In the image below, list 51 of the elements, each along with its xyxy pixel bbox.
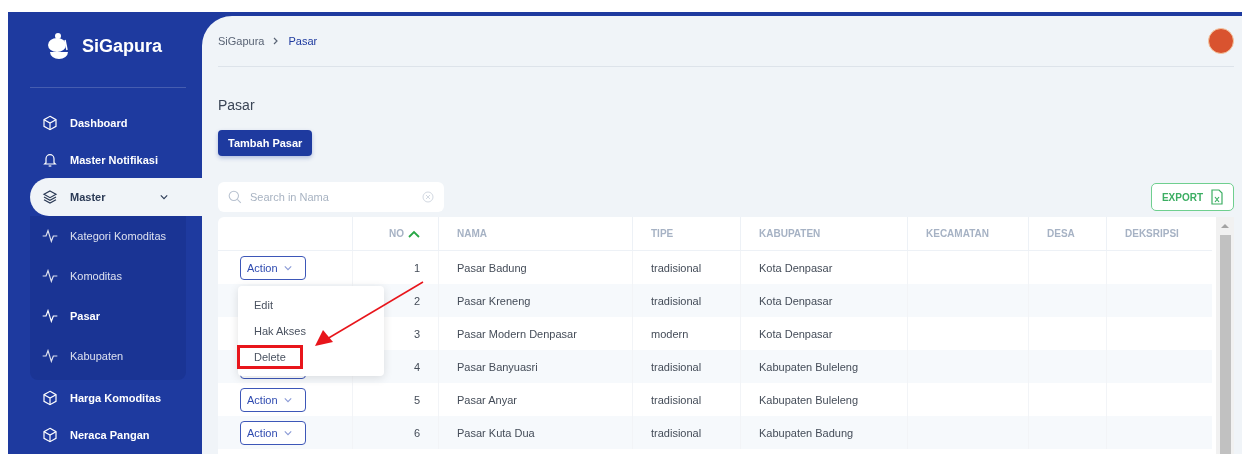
action-button[interactable]: Action [240, 420, 306, 445]
search-bar[interactable]: Search in Nama [218, 182, 444, 212]
scroll-up-icon[interactable] [1221, 223, 1229, 229]
add-button[interactable]: Tambah Pasar [218, 130, 313, 156]
scrollbar[interactable] [1216, 217, 1234, 454]
search-icon [228, 190, 242, 204]
menu-item[interactable]: Edit [238, 294, 289, 316]
sidebar-item[interactable]: Harga Komoditas [8, 379, 202, 417]
sidebar-subitem[interactable]: Pasar [30, 295, 186, 336]
cube-icon [42, 427, 58, 444]
pulse-icon [42, 308, 58, 323]
chevron-down-icon [160, 194, 168, 200]
sidebar-item[interactable]: Neraca Pangan [8, 416, 202, 454]
breadcrumb-link[interactable]: Pasar [288, 35, 318, 47]
brand-name: SiGapura [82, 36, 163, 58]
sidebar-item[interactable]: Master Notifikasi [8, 141, 202, 179]
layers-icon [42, 189, 58, 205]
sidebar-subitem[interactable]: Kategori Komoditas [30, 215, 186, 256]
sidebar-item[interactable]: Master [30, 178, 202, 216]
scrollbar-thumb[interactable] [1219, 235, 1231, 454]
menu-item[interactable]: Delete [238, 346, 302, 368]
breadcrumb-link[interactable]: SiGapura [218, 35, 265, 47]
table-cell: Pasar Kreneng [438, 284, 632, 317]
action-button[interactable]: Action [240, 387, 306, 412]
table-cell: Kota Denpasar [740, 284, 907, 317]
table-cell: tradisional [632, 284, 740, 317]
spreadsheet-file-icon [1211, 189, 1223, 205]
pulse-icon [42, 348, 58, 363]
table-cell: Pasar Banyuasri [438, 350, 632, 383]
table-cell: Kabupaten Buleleng [740, 350, 907, 383]
table-cell: Kabupaten Badung [740, 416, 907, 449]
pulse-icon [42, 228, 58, 243]
cube-icon [42, 390, 58, 407]
page-title: Pasar [218, 97, 256, 113]
table-cell: Pasar Kuta Dua [438, 416, 632, 449]
clear-icon[interactable] [422, 191, 434, 203]
chevron-down-icon [283, 396, 292, 403]
action-button[interactable]: Action [240, 255, 306, 280]
table-cell: tradisional [632, 416, 740, 449]
chevron-down-icon [283, 264, 292, 271]
table-cell: 6 [352, 416, 438, 449]
menu-item[interactable]: Hak Akses [238, 320, 322, 342]
pulse-icon [42, 268, 58, 283]
cube-icon [42, 114, 58, 131]
sidebar-item[interactable]: Dashboard [8, 104, 202, 142]
bell-icon [42, 151, 58, 168]
chevron-down-icon [283, 429, 292, 436]
sidebar-subitem[interactable]: Kabupaten [30, 335, 186, 376]
table-cell: tradisional [632, 350, 740, 383]
sidebar-subitem[interactable]: Komoditas [30, 255, 186, 296]
user-avatar[interactable] [1208, 28, 1234, 54]
